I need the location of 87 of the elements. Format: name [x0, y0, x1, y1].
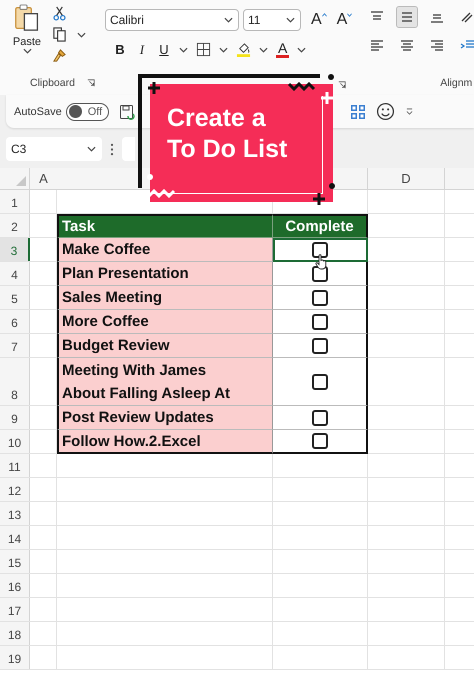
row-header[interactable]: 12 — [0, 478, 30, 501]
task-cell: Make Coffee — [57, 238, 273, 262]
row-header[interactable]: 16 — [0, 574, 30, 597]
row-header[interactable]: 9 — [0, 406, 30, 429]
autosave-label: AutoSave — [14, 106, 62, 118]
row-header[interactable]: 14 — [0, 526, 30, 549]
row-header[interactable]: 8 — [0, 358, 30, 405]
task-cell: Post Review Updates — [57, 406, 273, 430]
bold-button[interactable]: B — [112, 42, 127, 57]
row-header[interactable]: 19 — [0, 646, 30, 669]
customize-caret-icon[interactable] — [405, 108, 414, 115]
chevron-icon[interactable] — [297, 46, 306, 52]
grow-font-button[interactable]: A — [310, 11, 327, 29]
title-text: Create a — [167, 103, 267, 134]
chevron-icon[interactable] — [87, 146, 96, 152]
fill-color-icon[interactable] — [236, 42, 251, 57]
paintbrush-icon[interactable] — [52, 48, 67, 63]
save-icon[interactable] — [119, 104, 136, 120]
autosave-toggle[interactable]: Off — [66, 102, 110, 120]
row-header[interactable]: 10 — [0, 430, 30, 453]
checkbox[interactable] — [312, 242, 328, 258]
chevron-icon[interactable] — [224, 17, 233, 23]
row-header[interactable]: 1 — [0, 190, 30, 213]
checkbox-cell[interactable] — [273, 262, 368, 286]
checkbox[interactable] — [312, 338, 328, 354]
row-header[interactable]: 2 — [0, 214, 30, 237]
copy-icon[interactable] — [52, 27, 67, 42]
checkbox[interactable] — [312, 433, 328, 449]
column-header[interactable]: D — [368, 168, 444, 189]
checkbox[interactable] — [312, 410, 328, 426]
paste-icon[interactable] — [14, 4, 40, 32]
task-cell: Follow How.2.Excel — [57, 430, 273, 454]
task-cell: More Coffee — [57, 310, 273, 334]
title-text: To Do List — [167, 134, 288, 165]
row-header[interactable]: 11 — [0, 454, 30, 477]
font-name-field[interactable]: Calibri — [104, 9, 239, 31]
row-header[interactable]: 3 — [0, 238, 30, 261]
align-middle-icon[interactable] — [396, 6, 418, 28]
chevron-icon[interactable] — [178, 46, 188, 52]
chevron-icon[interactable] — [218, 46, 228, 52]
hand-cursor-icon — [315, 254, 327, 270]
row-header[interactable]: 17 — [0, 598, 30, 621]
dialog-launcher-icon[interactable] — [86, 79, 95, 87]
row-header[interactable]: 4 — [0, 262, 30, 285]
row-header[interactable]: 13 — [0, 502, 30, 525]
group-label: Alignm — [440, 77, 472, 89]
checkbox-cell[interactable] — [273, 286, 368, 310]
underline-button[interactable]: U — [156, 42, 171, 57]
row-header[interactable]: 6 — [0, 310, 30, 333]
row-header[interactable]: 18 — [0, 622, 30, 645]
row-header[interactable]: 7 — [0, 334, 30, 357]
font-size-field[interactable]: 11 — [242, 9, 301, 31]
row-header[interactable]: 15 — [0, 550, 30, 573]
checkbox[interactable] — [312, 314, 328, 330]
checkbox-cell[interactable] — [273, 430, 368, 454]
checkbox-cell[interactable] — [273, 310, 368, 334]
row-header[interactable]: 5 — [0, 286, 30, 309]
chevron-icon[interactable] — [22, 48, 32, 54]
caret-icon — [347, 13, 352, 17]
chevron-icon[interactable] — [258, 46, 268, 52]
more-options-icon[interactable] — [110, 143, 114, 156]
italic-button[interactable]: I — [134, 42, 149, 58]
task-cell: Budget Review — [57, 334, 273, 358]
task-cell: Plan Presentation — [57, 262, 273, 286]
checkbox-cell[interactable] — [273, 406, 368, 430]
shrink-font-button[interactable]: A — [336, 11, 352, 29]
checkbox[interactable] — [312, 290, 328, 306]
grid-icon[interactable] — [350, 104, 366, 120]
table-header-cell: Task — [57, 214, 273, 238]
checkbox-cell[interactable] — [273, 358, 368, 406]
borders-icon[interactable] — [196, 42, 211, 57]
paste-button[interactable]: Paste — [12, 36, 42, 48]
name-box[interactable]: C3 — [6, 137, 102, 161]
table-header-cell: Complete — [273, 214, 368, 238]
chevron-icon[interactable] — [286, 17, 295, 23]
checkbox[interactable] — [312, 374, 328, 390]
dialog-launcher-icon[interactable] — [338, 81, 346, 89]
scissors-icon[interactable] — [52, 6, 67, 21]
group-label: Clipboard — [30, 77, 75, 89]
task-cell: Meeting With James About Falling Asleep At — [57, 358, 273, 406]
checkbox-cell[interactable] — [273, 334, 368, 358]
font-color-button[interactable]: A — [276, 41, 290, 58]
smiley-icon[interactable] — [376, 102, 396, 121]
chevron-icon[interactable] — [77, 32, 86, 38]
caret-icon — [322, 13, 327, 17]
column-header[interactable]: A — [30, 168, 57, 189]
task-cell: Sales Meeting — [57, 286, 273, 310]
